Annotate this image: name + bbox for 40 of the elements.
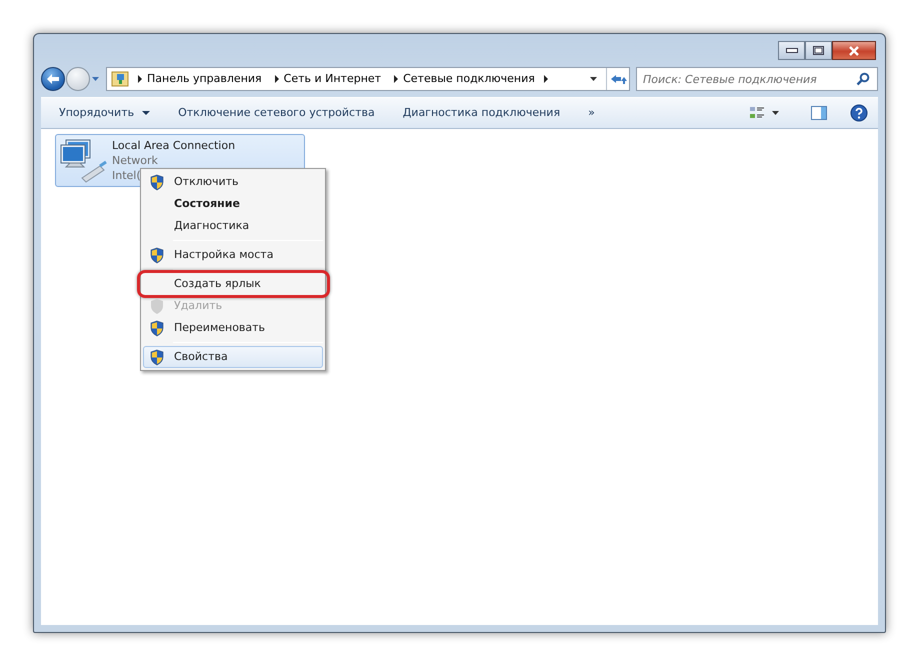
chevron-right-icon xyxy=(542,75,549,83)
close-button[interactable] xyxy=(832,41,876,60)
chevron-right-icon xyxy=(274,75,280,83)
connection-network: Network xyxy=(112,153,159,168)
history-dropdown-icon[interactable] xyxy=(91,76,100,82)
breadcrumb-link[interactable]: Сетевые подключения xyxy=(399,70,539,88)
maximize-button[interactable] xyxy=(805,41,832,60)
preview-pane-icon[interactable] xyxy=(810,105,828,121)
toolbar-button[interactable]: Диагностика подключения xyxy=(394,104,568,122)
search-field[interactable]: Поиск: Сетевые подключения xyxy=(636,67,878,91)
view-options-icon[interactable] xyxy=(749,105,765,121)
menu-item[interactable]: Свойства xyxy=(143,346,323,368)
minimize-button[interactable] xyxy=(778,41,805,60)
address-dropdown-icon[interactable] xyxy=(589,76,598,82)
network-folder-icon xyxy=(111,70,129,88)
caret-icon xyxy=(142,111,150,115)
network-adapter-icon xyxy=(60,138,108,184)
connection-name: Local Area Connection xyxy=(112,138,236,153)
breadcrumb-link[interactable]: Сеть и Интернет xyxy=(280,70,386,88)
chevron-right-icon xyxy=(137,75,143,83)
close-icon xyxy=(848,46,860,56)
search-icon[interactable] xyxy=(856,72,870,86)
help-icon[interactable] xyxy=(850,104,868,122)
back-button[interactable] xyxy=(41,67,65,91)
chevron-right-icon xyxy=(393,75,400,83)
overflow-button[interactable]: » xyxy=(580,104,603,122)
menu-item[interactable]: Диагностика xyxy=(143,215,323,237)
view-dropdown-icon[interactable] xyxy=(771,110,780,116)
breadcrumb-link[interactable]: Панель управления xyxy=(143,70,266,88)
toolbar-button[interactable]: Отключение сетевого устройства xyxy=(170,104,383,122)
minimize-icon xyxy=(786,48,798,53)
toolbar-button[interactable]: Упорядочить xyxy=(51,104,158,122)
menu-item[interactable]: Состояние xyxy=(143,193,323,215)
menu-item[interactable]: Настройка моста xyxy=(143,244,323,266)
back-arrow-icon xyxy=(46,72,60,85)
adapter-name: Intel( xyxy=(112,169,141,182)
menu-item[interactable]: Создать ярлык xyxy=(143,273,323,295)
menu-item[interactable]: Переименовать xyxy=(143,317,323,339)
maximize-icon xyxy=(813,46,824,55)
address-bar[interactable]: Панель управления Сеть и Интернет Сетевые подключения xyxy=(106,67,630,91)
